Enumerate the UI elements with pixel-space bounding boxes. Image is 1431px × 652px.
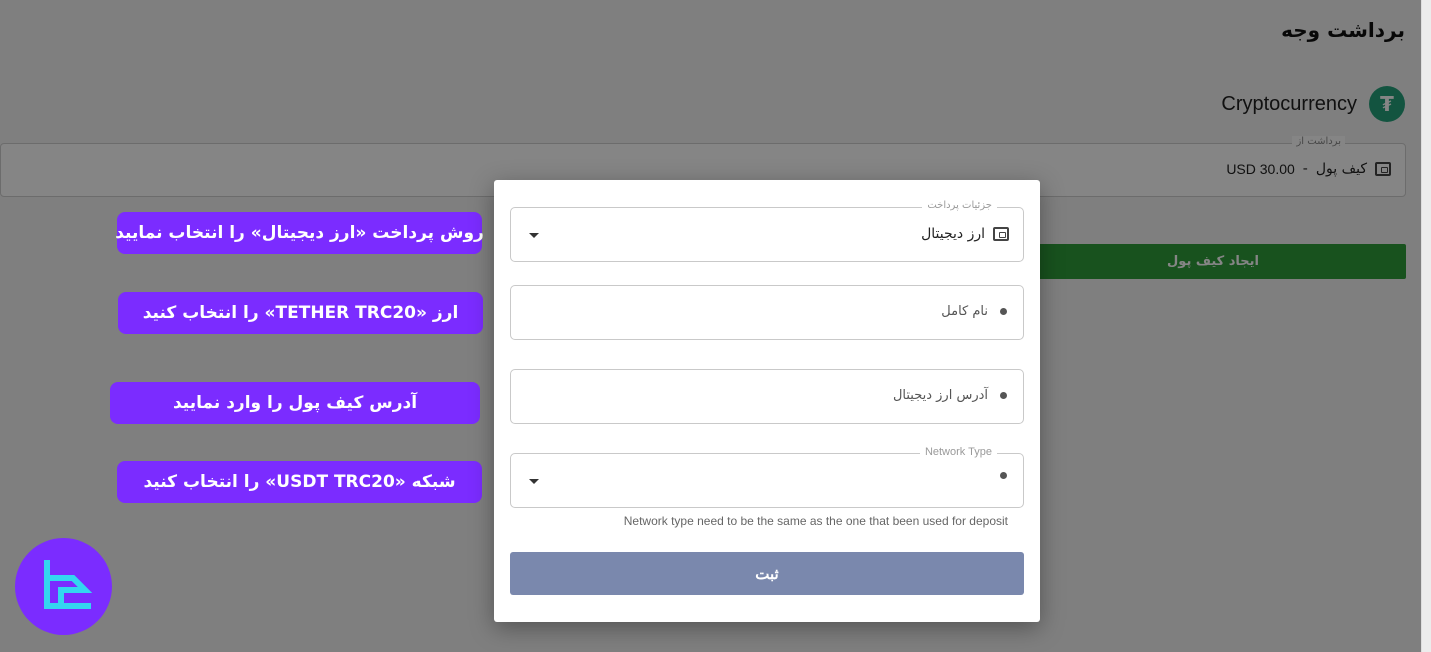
full-name-input[interactable]: نام کامل	[510, 285, 1024, 340]
callout-wallet-address: آدرس کیف پول را وارد نمایید	[110, 382, 480, 424]
page-scrollbar[interactable]	[1421, 0, 1431, 652]
payment-method-value: ارز دیجیتال	[921, 226, 1009, 242]
withdraw-details-modal: جزئیات پرداخت ارز دیجیتال نام کامل آدرس …	[494, 180, 1040, 622]
chevron-down-icon[interactable]	[529, 233, 539, 238]
crypto-address-placeholder: آدرس ارز دیجیتال	[893, 388, 1007, 403]
crypto-address-input[interactable]: آدرس ارز دیجیتال	[510, 369, 1024, 424]
callout-currency: ارز «TETHER TRC20» را انتخاب کنید	[118, 292, 483, 334]
brand-logo-icon	[43, 559, 92, 609]
chevron-down-icon[interactable]	[529, 479, 539, 484]
network-type-select[interactable]: Network Type	[510, 446, 1024, 508]
submit-button[interactable]: ثبت	[510, 552, 1024, 595]
payment-method-select[interactable]: جزئیات پرداخت ارز دیجیتال	[510, 200, 1024, 262]
callout-network: شبکه «USDT TRC20» را انتخاب کنید	[117, 461, 482, 503]
crypto-address-label: آدرس ارز دیجیتال	[892, 388, 988, 403]
full-name-label: نام کامل	[941, 304, 988, 319]
full-name-placeholder: نام کامل	[941, 304, 1007, 319]
callout-payment-method: روش پرداخت «ارز دیجیتال» را انتخاب نمایی…	[115, 212, 484, 254]
network-helper-text: Network type need to be the same as the …	[623, 514, 1008, 528]
brand-logo	[15, 538, 112, 635]
network-type-legend: Network Type	[919, 446, 997, 458]
bullet-icon	[1000, 308, 1007, 315]
wallet-icon	[993, 227, 1009, 241]
bullet-icon	[1000, 392, 1007, 399]
bullet-icon	[1000, 472, 1007, 479]
payment-method-label: ارز دیجیتال	[921, 226, 985, 242]
network-type-value	[1000, 472, 1007, 479]
payment-details-legend: جزئیات پرداخت	[922, 200, 997, 211]
